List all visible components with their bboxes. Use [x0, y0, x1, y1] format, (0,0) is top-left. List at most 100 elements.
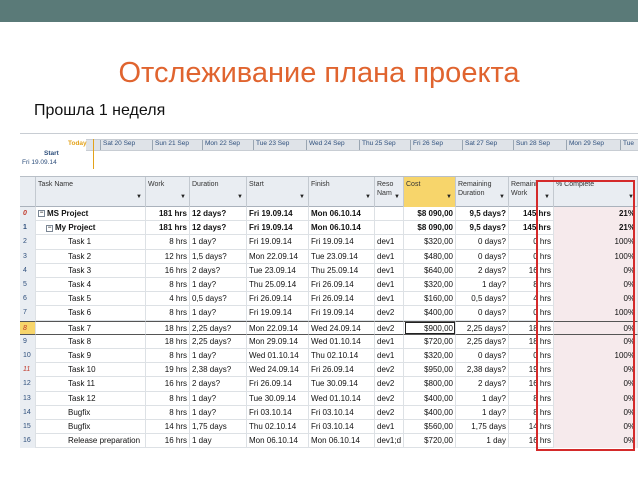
remaining-work-cell[interactable]: 18 hrs — [509, 320, 554, 335]
task-name-cell[interactable]: Task 11 — [36, 377, 146, 392]
column-header-finish[interactable]: Finish ▼ — [309, 177, 375, 207]
pct-complete-cell[interactable]: 0% — [554, 405, 638, 420]
resource-cell[interactable]: dev2 — [375, 405, 404, 420]
remaining-work-cell[interactable]: 0 hrs — [509, 249, 554, 264]
work-cell[interactable]: 16 hrs — [146, 434, 190, 449]
work-cell[interactable]: 14 hrs — [146, 420, 190, 435]
remaining-work-cell[interactable]: 14 hrs — [509, 420, 554, 435]
pct-complete-cell[interactable]: 100% — [554, 249, 638, 264]
finish-cell[interactable]: Mon 06.10.14 — [309, 207, 375, 222]
work-cell[interactable]: 16 hrs — [146, 263, 190, 278]
pct-complete-cell[interactable]: 0% — [554, 278, 638, 293]
remaining-duration-cell[interactable]: 2 days? — [456, 263, 509, 278]
finish-cell[interactable]: Tue 23.09.14 — [309, 249, 375, 264]
column-filter-arrow-icon[interactable]: ▼ — [544, 193, 550, 202]
column-header-start[interactable]: Start ▼ — [247, 177, 309, 207]
remaining-work-cell[interactable]: 8 hrs — [509, 405, 554, 420]
finish-cell[interactable]: Fri 19.09.14 — [309, 306, 375, 321]
start-cell[interactable]: Tue 23.09.14 — [247, 263, 309, 278]
work-cell[interactable]: 18 hrs — [146, 334, 190, 349]
task-row[interactable]: 1− My Project 181 hrs 12 days? Fri 19.09.14 M… — [20, 221, 638, 236]
remaining-duration-cell[interactable]: 1 day? — [456, 405, 509, 420]
task-row[interactable]: 14 Bugfix 8 hrs 1 day? Fri 03.10.14 Fri 03.10… — [20, 405, 638, 420]
column-header-task-name[interactable]: Task Name ▼ — [36, 177, 146, 207]
cost-cell[interactable]: $720,00 — [404, 434, 456, 449]
pct-complete-cell[interactable]: 0% — [554, 434, 638, 449]
remaining-duration-cell[interactable]: 2 days? — [456, 377, 509, 392]
resource-cell[interactable]: dev1 — [375, 420, 404, 435]
task-row[interactable]: 5 Task 48 hrs 1 day? Thu 25.09.14 Fri 26.09.… — [20, 278, 638, 293]
work-cell[interactable]: 181 hrs — [146, 207, 190, 222]
remaining-work-cell[interactable]: 4 hrs — [509, 292, 554, 307]
resource-cell[interactable]: dev2 — [375, 391, 404, 406]
cost-cell[interactable]: $320,00 — [404, 349, 456, 364]
duration-cell[interactable]: 1,75 days — [190, 420, 247, 435]
start-cell[interactable]: Tue 30.09.14 — [247, 391, 309, 406]
task-name-cell[interactable]: Bugfix — [36, 420, 146, 435]
column-filter-arrow-icon[interactable]: ▼ — [136, 193, 142, 202]
duration-cell[interactable]: 1 day? — [190, 391, 247, 406]
pct-complete-cell[interactable]: 0% — [554, 420, 638, 435]
task-name-cell[interactable]: Release preparation — [36, 434, 146, 449]
work-cell[interactable]: 12 hrs — [146, 249, 190, 264]
remaining-duration-cell[interactable]: 0 days? — [456, 249, 509, 264]
remaining-work-cell[interactable]: 16 hrs — [509, 434, 554, 449]
pct-complete-cell[interactable]: 100% — [554, 349, 638, 364]
duration-cell[interactable]: 1 day? — [190, 405, 247, 420]
pct-complete-cell[interactable]: 21% — [554, 221, 638, 236]
collapse-toggle-icon[interactable]: − — [38, 210, 45, 218]
cost-cell[interactable]: $8 090,00 — [404, 207, 456, 222]
finish-cell[interactable]: Fri 26.09.14 — [309, 278, 375, 293]
duration-cell[interactable]: 2 days? — [190, 263, 247, 278]
select-all-corner[interactable] — [20, 177, 36, 207]
remaining-work-cell[interactable]: 16 hrs — [509, 377, 554, 392]
duration-cell[interactable]: 1 day? — [190, 235, 247, 250]
pct-complete-cell[interactable]: 0% — [554, 391, 638, 406]
remaining-work-cell[interactable]: 0 hrs — [509, 235, 554, 250]
cost-cell[interactable]: $160,00 — [404, 292, 456, 307]
task-row[interactable]: 10 Task 9 8 hrs 1 day? Wed 01.10.14 Thu 02.10… — [20, 349, 638, 364]
column-header-remaining-work[interactable]: Remaini Work ▼ — [509, 177, 554, 207]
start-cell[interactable]: Thu 25.09.14 — [247, 278, 309, 293]
work-cell[interactable]: 4 hrs — [146, 292, 190, 307]
cost-cell[interactable]: $720,00 — [404, 334, 456, 349]
resource-cell[interactable]: dev1 — [375, 249, 404, 264]
task-row[interactable]: 6 Task 54 hrs 0,5 days? Fri 26.09.14 Fri 26.… — [20, 292, 638, 307]
task-name-cell[interactable]: Task 12 — [36, 391, 146, 406]
remaining-duration-cell[interactable]: 2,38 days? — [456, 363, 509, 378]
task-row[interactable]: 8 Task 7 18 hrs 2,25 days? Mon 22.09.14 Wed 2… — [20, 320, 638, 335]
remaining-duration-cell[interactable]: 2,25 days? — [456, 334, 509, 349]
duration-cell[interactable]: 1 day? — [190, 349, 247, 364]
column-filter-arrow-icon[interactable]: ▼ — [499, 193, 505, 202]
remaining-work-cell[interactable]: 145 hrs — [509, 207, 554, 222]
cost-cell[interactable]: $320,00 — [404, 235, 456, 250]
column-filter-arrow-icon[interactable]: ▼ — [180, 193, 186, 202]
resource-cell[interactable]: dev2 — [375, 306, 404, 321]
duration-cell[interactable]: 2,38 days? — [190, 363, 247, 378]
collapse-toggle-icon[interactable]: − — [46, 224, 53, 232]
task-row[interactable]: 4 Task 3 16 hrs 2 days? Tue 23.09.14 Thu 25.0… — [20, 263, 638, 278]
remaining-duration-cell[interactable]: 2,25 days? — [456, 320, 509, 335]
column-filter-arrow-icon[interactable]: ▼ — [365, 193, 371, 202]
resource-cell[interactable]: dev1 — [375, 278, 404, 293]
start-cell[interactable]: Mon 22.09.14 — [247, 320, 309, 335]
duration-cell[interactable]: 12 days? — [190, 207, 247, 222]
cost-cell[interactable]: $400,00 — [404, 391, 456, 406]
remaining-work-cell[interactable]: 16 hrs — [509, 263, 554, 278]
task-row[interactable]: 12 Task 11 16 hrs 2 days? Fri 26.09.14 Tue 30… — [20, 377, 638, 392]
resource-cell[interactable]: dev1 — [375, 334, 404, 349]
finish-cell[interactable]: Mon 06.10.14 — [309, 221, 375, 236]
pct-complete-cell[interactable]: 0% — [554, 320, 638, 335]
duration-cell[interactable]: 1,5 days? — [190, 249, 247, 264]
column-header-remaining-duration[interactable]: Remaining Duration ▼ — [456, 177, 509, 207]
pct-complete-cell[interactable]: 100% — [554, 235, 638, 250]
resource-cell[interactable]: dev2 — [375, 320, 404, 335]
finish-cell[interactable]: Wed 01.10.14 — [309, 334, 375, 349]
column-filter-arrow-icon[interactable]: ▼ — [628, 193, 634, 202]
start-cell[interactable]: Wed 24.09.14 — [247, 363, 309, 378]
pct-complete-cell[interactable]: 0% — [554, 334, 638, 349]
task-name-cell[interactable]: Task 6 — [36, 306, 146, 321]
task-row[interactable]: 3 Task 2 12 hrs 1,5 days? Mon 22.09.14 Tue 23… — [20, 249, 638, 264]
column-filter-arrow-icon[interactable]: ▼ — [394, 193, 400, 202]
duration-cell[interactable]: 0,5 days? — [190, 292, 247, 307]
